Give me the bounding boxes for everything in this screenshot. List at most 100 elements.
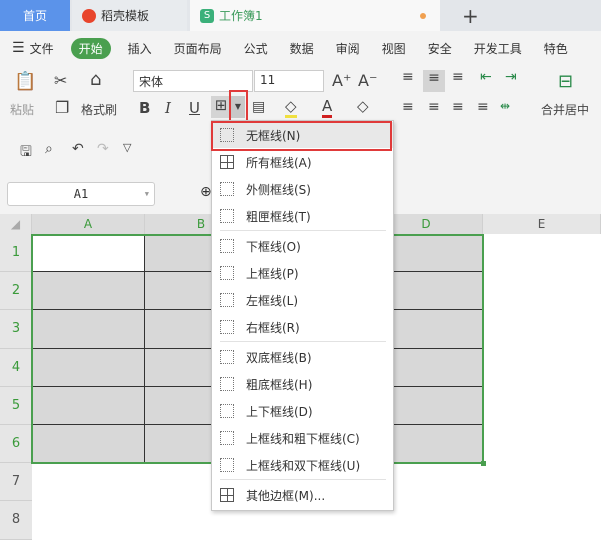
border-option-9[interactable]: 粗底框线(H) (212, 371, 393, 397)
menu-review[interactable]: 审阅 (336, 40, 360, 57)
increase-indent-icon[interactable]: ⇥ (505, 69, 517, 85)
zoom-formula-icon[interactable]: ⊕ (200, 184, 212, 200)
border-option-12[interactable]: 上框线和双下框线(U) (212, 452, 393, 478)
tab-label: 工作簿1 (219, 9, 263, 23)
cell-style-icon[interactable]: ▤ (252, 99, 265, 115)
border-option-label: 双底框线(B) (246, 350, 312, 365)
border-option-label: 所有框线(A) (246, 155, 312, 170)
spreadsheet-icon: S (200, 8, 214, 23)
border-style-icon (220, 155, 234, 169)
merge-icon[interactable]: ⊟ (558, 71, 573, 92)
format-painter-icon[interactable]: ⌂ (90, 69, 101, 90)
name-box-value: A1 (73, 187, 89, 201)
increase-font-icon[interactable]: A⁺ (332, 71, 351, 90)
border-option-8[interactable]: 双底框线(B) (212, 344, 393, 370)
cut-icon[interactable]: ✂ (54, 71, 67, 90)
paste-button[interactable]: 粘贴 (10, 101, 34, 118)
merge-center-button[interactable]: 合并居中 (541, 101, 589, 118)
align-left-icon[interactable]: ≡ (402, 99, 414, 115)
fill-color-icon[interactable]: ◇ (285, 97, 297, 118)
decrease-font-icon[interactable]: A⁻ (358, 71, 377, 90)
fill-handle[interactable] (481, 461, 486, 466)
border-option-label: 右框线(R) (246, 320, 300, 335)
align-top-icon[interactable]: ≡ (402, 69, 414, 85)
border-option-7[interactable]: 右框线(R) (212, 314, 393, 340)
menu-data[interactable]: 数据 (290, 40, 314, 57)
clear-icon[interactable]: ◇ (357, 97, 369, 115)
font-color-icon[interactable]: A (322, 97, 333, 118)
font-select[interactable]: 宋体 (133, 70, 253, 92)
bold-button[interactable]: B (139, 99, 150, 117)
menu-start[interactable]: 开始 (70, 37, 111, 59)
menu-file[interactable]: 文件 (30, 40, 54, 57)
ribbon: 📋 粘贴 ✂ ❐ ⌂ 格式刷 宋体 11 A⁺ A⁻ B I U ⊞ ▼ ▤ ◇… (0, 63, 601, 128)
border-option-label: 下框线(O) (246, 239, 301, 254)
border-option-11[interactable]: 上框线和粗下框线(C) (212, 425, 393, 451)
menu-view[interactable]: 视图 (382, 40, 406, 57)
row-header-1[interactable]: 1 (0, 234, 32, 273)
paste-icon[interactable]: 📋 (14, 71, 36, 92)
highlight-box (229, 90, 248, 123)
copy-icon[interactable]: ❐ (55, 98, 69, 117)
tab-home[interactable]: 首页 (0, 0, 70, 31)
borders-icon[interactable]: ⊞ (211, 96, 231, 118)
distribute-icon[interactable]: ⇹ (500, 99, 510, 113)
border-option-5[interactable]: 上框线(P) (212, 260, 393, 286)
underline-button[interactable]: U (189, 99, 200, 117)
tab-workbook[interactable]: S 工作簿1 (190, 0, 440, 31)
tab-label: 稻壳模板 (101, 9, 150, 23)
column-header-e[interactable]: E (483, 214, 601, 234)
italic-button[interactable]: I (165, 99, 171, 117)
row-header-5[interactable]: 5 (0, 386, 32, 425)
border-option-10[interactable]: 上下框线(D) (212, 398, 393, 424)
align-right-icon[interactable]: ≡ (452, 99, 464, 115)
border-style-icon (220, 488, 234, 502)
undo-icon[interactable]: ↶ (72, 141, 84, 157)
row-header-3[interactable]: 3 (0, 310, 32, 349)
hamburger-icon[interactable]: ☰ (12, 40, 25, 56)
menu-insert[interactable]: 插入 (128, 40, 152, 57)
menu-bar: ☰ 文件 开始 插入 页面布局 公式 数据 审阅 视图 安全 开发工具 特色 (0, 33, 601, 63)
border-option-label: 上框线和粗下框线(C) (246, 431, 360, 446)
select-all-corner[interactable]: ◢ (0, 214, 32, 234)
row-header-7[interactable]: 7 (0, 463, 32, 502)
menu-developer[interactable]: 开发工具 (474, 40, 522, 57)
border-style-icon (220, 404, 234, 418)
border-option-3[interactable]: 粗匣框线(T) (212, 203, 393, 229)
font-size-select[interactable]: 11 (254, 70, 324, 92)
menu-formula[interactable]: 公式 (244, 40, 268, 57)
row-header-2[interactable]: 2 (0, 272, 32, 311)
quick-access-bar: 🖫 ⌕ ↶ ↷ ▽ (0, 135, 200, 165)
border-style-icon (220, 458, 234, 472)
border-style-icon (220, 293, 234, 307)
menu-security[interactable]: 安全 (428, 40, 452, 57)
border-style-icon (220, 239, 234, 253)
redo-icon[interactable]: ↷ (97, 141, 109, 157)
align-middle-icon[interactable]: ≡ (423, 70, 445, 92)
row-header-8[interactable]: 8 (0, 501, 32, 540)
tab-template[interactable]: 稻壳模板 (72, 0, 187, 31)
format-painter-button[interactable]: 格式刷 (81, 101, 117, 118)
align-bottom-icon[interactable]: ≡ (452, 69, 464, 85)
border-option-13[interactable]: 其他边框(M)... (212, 482, 393, 508)
justify-icon[interactable]: ≡ (477, 99, 489, 115)
row-header-6[interactable]: 6 (0, 425, 32, 464)
unsaved-dot-icon (420, 12, 426, 19)
customize-icon[interactable]: ▽ (123, 141, 131, 154)
menu-page-layout[interactable]: 页面布局 (174, 40, 222, 57)
border-option-4[interactable]: 下框线(O) (212, 233, 393, 259)
menu-features[interactable]: 特色 (544, 40, 568, 57)
border-option-2[interactable]: 外侧框线(S) (212, 176, 393, 202)
border-option-6[interactable]: 左框线(L) (212, 287, 393, 313)
column-header-a[interactable]: A (32, 214, 145, 234)
align-center-icon[interactable]: ≡ (428, 99, 440, 115)
save-icon[interactable]: 🖫 (20, 141, 32, 165)
row-header-4[interactable]: 4 (0, 348, 32, 387)
print-preview-icon[interactable]: ⌕ (45, 141, 53, 157)
border-option-1[interactable]: 所有框线(A) (212, 149, 393, 175)
new-tab-button[interactable]: + (452, 0, 479, 31)
border-style-icon (220, 431, 234, 445)
decrease-indent-icon[interactable]: ⇤ (480, 69, 492, 85)
name-box[interactable]: A1 ▼ (7, 182, 155, 206)
border-style-icon (220, 377, 234, 391)
